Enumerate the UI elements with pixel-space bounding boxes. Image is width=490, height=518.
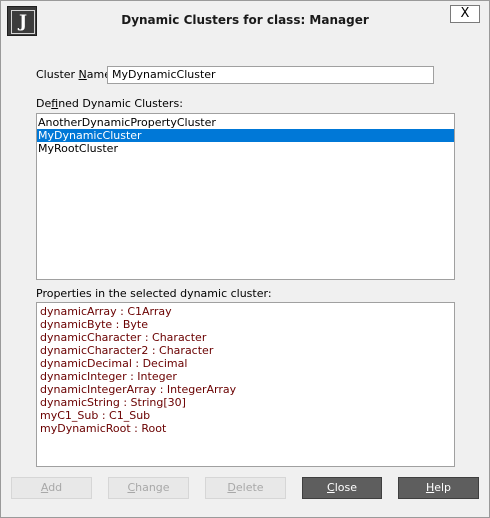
dialog-window: J Dynamic Clusters for class: Manager X … (0, 0, 490, 518)
cluster-list-item[interactable]: MyRootCluster (37, 142, 454, 155)
delete-button[interactable]: Delete (205, 477, 286, 499)
close-button[interactable]: Close (302, 477, 382, 499)
property-list-item[interactable]: dynamicDecimal : Decimal (37, 357, 454, 370)
properties-label: Properties in the selected dynamic clust… (36, 287, 272, 300)
cluster-name-label: Cluster Name: (36, 68, 115, 81)
defined-clusters-label: Defined Dynamic Clusters: (36, 97, 183, 110)
cluster-name-value: MyDynamicCluster (112, 68, 216, 81)
property-list-item[interactable]: dynamicByte : Byte (37, 318, 454, 331)
property-list-item[interactable]: myC1_Sub : C1_Sub (37, 409, 454, 422)
add-button[interactable]: Add (11, 477, 92, 499)
help-button[interactable]: Help (398, 477, 479, 499)
defined-clusters-list[interactable]: AnotherDynamicPropertyCluster MyDynamicC… (36, 113, 455, 280)
change-button[interactable]: Change (108, 477, 189, 499)
property-list-item[interactable]: dynamicString : String[30] (37, 396, 454, 409)
cluster-list-item-selected[interactable]: MyDynamicCluster (37, 129, 454, 142)
title-bar: J Dynamic Clusters for class: Manager X (1, 1, 489, 41)
close-icon: X (460, 6, 470, 21)
property-list-item[interactable]: dynamicArray : C1Array (37, 305, 454, 318)
close-window-button[interactable]: X (450, 5, 480, 23)
cluster-name-input[interactable]: MyDynamicCluster (107, 66, 434, 84)
properties-list[interactable]: dynamicArray : C1Array dynamicByte : Byt… (36, 302, 455, 467)
property-list-item[interactable]: myDynamicRoot : Root (37, 422, 454, 435)
cluster-list-item[interactable]: AnotherDynamicPropertyCluster (37, 116, 454, 129)
window-title: Dynamic Clusters for class: Manager (121, 13, 369, 27)
property-list-item[interactable]: dynamicIntegerArray : IntegerArray (37, 383, 454, 396)
property-list-item[interactable]: dynamicCharacter : Character (37, 331, 454, 344)
property-list-item[interactable]: dynamicCharacter2 : Character (37, 344, 454, 357)
property-list-item[interactable]: dynamicInteger : Integer (37, 370, 454, 383)
